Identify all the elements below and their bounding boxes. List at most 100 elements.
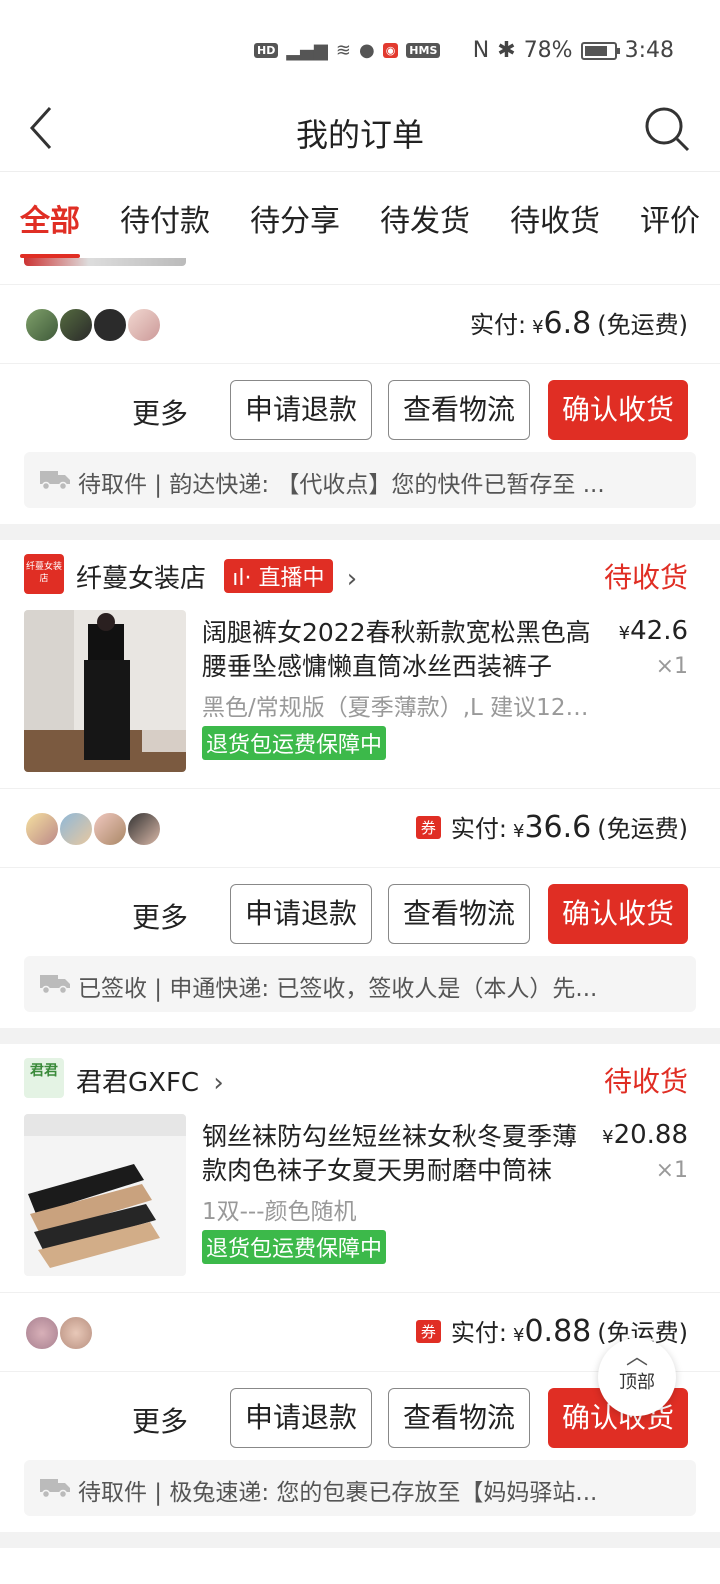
group-avatars	[24, 307, 162, 343]
order-card: 纤蔓女装店 纤蔓女装店 ıl· 直播中 › 待收货 阔腿裤女2022春秋新款宽松…	[0, 540, 720, 1028]
shop-name-link[interactable]: 纤蔓女装店 ıl· 直播中 ›	[76, 558, 357, 595]
shipping-note: (免运费)	[597, 815, 688, 843]
avatar	[24, 811, 60, 847]
avatar	[58, 1315, 94, 1351]
app-notification-icon: ◉	[382, 43, 399, 58]
coupon-badge: 券	[415, 815, 441, 839]
order-card: 君君 君君GXFC › 待收货 钢丝袜防勾丝短丝袜女秋冬夏季薄款肉色袜子女夏天男…	[0, 1044, 720, 1532]
product-image[interactable]	[24, 1114, 186, 1276]
price-value: 20.88	[613, 1120, 688, 1150]
currency-symbol: ¥	[618, 623, 631, 644]
hms-icon: HMS	[406, 43, 441, 58]
battery-icon	[580, 41, 620, 60]
paid-label: 实付:	[450, 815, 508, 843]
product-quantity: ×1	[655, 654, 688, 679]
avatar	[126, 307, 162, 343]
order-status: 待收货	[603, 561, 688, 594]
view-logistics-button[interactable]: 查看物流	[388, 1388, 530, 1448]
battery-percent: 78%	[523, 38, 573, 63]
shop-name-link[interactable]: 君君GXFC ›	[76, 1062, 224, 1099]
amount: 36.6	[524, 810, 592, 845]
product-price: ¥20.88	[602, 1120, 688, 1150]
order-status: 待收货	[603, 1065, 688, 1098]
order-header: 君君 君君GXFC › 待收货	[0, 1044, 720, 1114]
price-value: 42.6	[630, 616, 688, 646]
avatar	[92, 811, 128, 847]
product-quantity: ×1	[655, 1158, 688, 1183]
paid-label: 实付:	[470, 311, 527, 339]
partial-product-image[interactable]	[0, 258, 720, 284]
tab-pending-receipt[interactable]: 待收货	[510, 172, 600, 258]
shipping-note: (免运费)	[597, 311, 688, 339]
logistics-text: 已签收 | 申通快递: 已签收，签收人是（本人）先...	[78, 976, 598, 1002]
nfc-icon: N	[472, 38, 490, 63]
amount: 6.8	[543, 306, 592, 341]
tab-pending-payment[interactable]: 待付款	[120, 172, 210, 258]
avatar	[58, 811, 94, 847]
truck-icon	[40, 1479, 70, 1498]
currency-symbol: ¥	[513, 1325, 525, 1346]
live-badge-label: 直播中	[258, 566, 325, 591]
return-shipping-tag: 退货包运费保障中	[202, 726, 387, 760]
request-refund-button[interactable]: 申请退款	[230, 380, 372, 440]
confirm-receipt-button[interactable]: 确认收货	[548, 884, 688, 944]
amount: 0.88	[524, 1314, 592, 1349]
back-to-top-button[interactable]: ︿ 顶部	[598, 1338, 676, 1416]
product-spec: 1双---颜色随机	[202, 1199, 357, 1225]
group-avatars	[24, 1315, 94, 1351]
action-row: 更多 申请退款 查看物流 确认收货	[0, 364, 720, 452]
product-image[interactable]	[24, 610, 186, 772]
request-refund-button[interactable]: 申请退款	[230, 1388, 372, 1448]
view-logistics-button[interactable]: 查看物流	[388, 884, 530, 944]
signal-icon: ▂▄▆	[286, 40, 328, 61]
product-title: 钢丝袜防勾丝短丝袜女秋冬夏季薄款肉色袜子女夏天男耐磨中筒袜	[202, 1122, 578, 1185]
avatar	[24, 307, 60, 343]
paid-value: ¥36.6	[513, 810, 591, 845]
back-to-top-label: 顶部	[619, 1372, 655, 1393]
tab-review[interactable]: 评价	[640, 172, 700, 258]
tab-all[interactable]: 全部	[20, 172, 80, 258]
order-card-partial-bottom	[0, 1548, 720, 1584]
logistics-summary[interactable]: 待取件 | 极兔速递: 您的包裹已存放至【妈妈驿站...	[24, 1460, 696, 1516]
logistics-summary[interactable]: 待取件 | 韵达快递: 【代收点】您的快件已暂存至 ...	[24, 452, 696, 508]
shop-logo[interactable]: 纤蔓女装店	[24, 554, 64, 594]
order-header: 纤蔓女装店 纤蔓女装店 ıl· 直播中 › 待收货	[0, 540, 720, 610]
shop-name: 纤蔓女装店	[76, 564, 207, 594]
status-icons-left: HD ▂▄▆ ≋ ● ◉ HMS	[254, 40, 441, 61]
logistics-text: 待取件 | 韵达快递: 【代收点】您的快件已暂存至 ...	[78, 472, 605, 498]
more-button[interactable]: 更多	[132, 1400, 188, 1440]
live-badge[interactable]: ıl· 直播中	[224, 559, 333, 593]
logistics-summary[interactable]: 已签收 | 申通快递: 已签收，签收人是（本人）先...	[24, 956, 696, 1012]
confirm-receipt-button[interactable]: 确认收货	[548, 380, 688, 440]
product-spec: 黑色/常规版（夏季薄款）,L 建议120-130斤	[202, 695, 598, 721]
more-button[interactable]: 更多	[132, 896, 188, 936]
tab-pending-share[interactable]: 待分享	[250, 172, 340, 258]
page-title: 我的订单	[295, 116, 424, 154]
nav-bar: 我的订单	[0, 94, 720, 172]
order-tabs: 全部 待付款 待分享 待发货 待收货 评价	[0, 172, 720, 258]
avatar	[92, 307, 128, 343]
chevron-right-icon: ›	[213, 1068, 224, 1098]
paid-amount: 券 实付: ¥36.6 (免运费)	[415, 809, 688, 845]
product-row[interactable]: 阔腿裤女2022春秋新款宽松黑色高腰垂坠感慵懒直筒冰丝西装裤子 黑色/常规版（夏…	[0, 610, 720, 772]
group-avatars	[24, 811, 162, 847]
search-icon[interactable]	[644, 106, 690, 152]
product-row[interactable]: 钢丝袜防勾丝短丝袜女秋冬夏季薄款肉色袜子女夏天男耐磨中筒袜 1双---颜色随机 …	[0, 1114, 720, 1276]
status-icons-right: N ✱ 78% 3:48	[473, 38, 674, 63]
truck-icon	[40, 975, 70, 994]
paid-label: 实付:	[450, 1319, 508, 1347]
tab-pending-shipment[interactable]: 待发货	[380, 172, 470, 258]
product-title: 阔腿裤女2022春秋新款宽松黑色高腰垂坠感慵懒直筒冰丝西装裤子	[202, 618, 591, 681]
payment-row: 实付: ¥6.8 (免运费)	[0, 284, 720, 364]
bluetooth-icon: ✱	[497, 38, 516, 63]
status-bar: HD ▂▄▆ ≋ ● ◉ HMS N ✱ 78% 3:48	[0, 0, 720, 94]
logistics-text: 待取件 | 极兔速递: 您的包裹已存放至【妈妈驿站...	[78, 1480, 598, 1506]
live-icon: ıl·	[232, 566, 252, 591]
return-shipping-tag: 退货包运费保障中	[202, 1230, 387, 1264]
shop-logo[interactable]: 君君	[24, 1058, 64, 1098]
currency-symbol: ¥	[602, 1127, 614, 1148]
avatar	[24, 1315, 60, 1351]
view-logistics-button[interactable]: 查看物流	[388, 380, 530, 440]
request-refund-button[interactable]: 申请退款	[230, 884, 372, 944]
more-button[interactable]: 更多	[132, 392, 188, 432]
